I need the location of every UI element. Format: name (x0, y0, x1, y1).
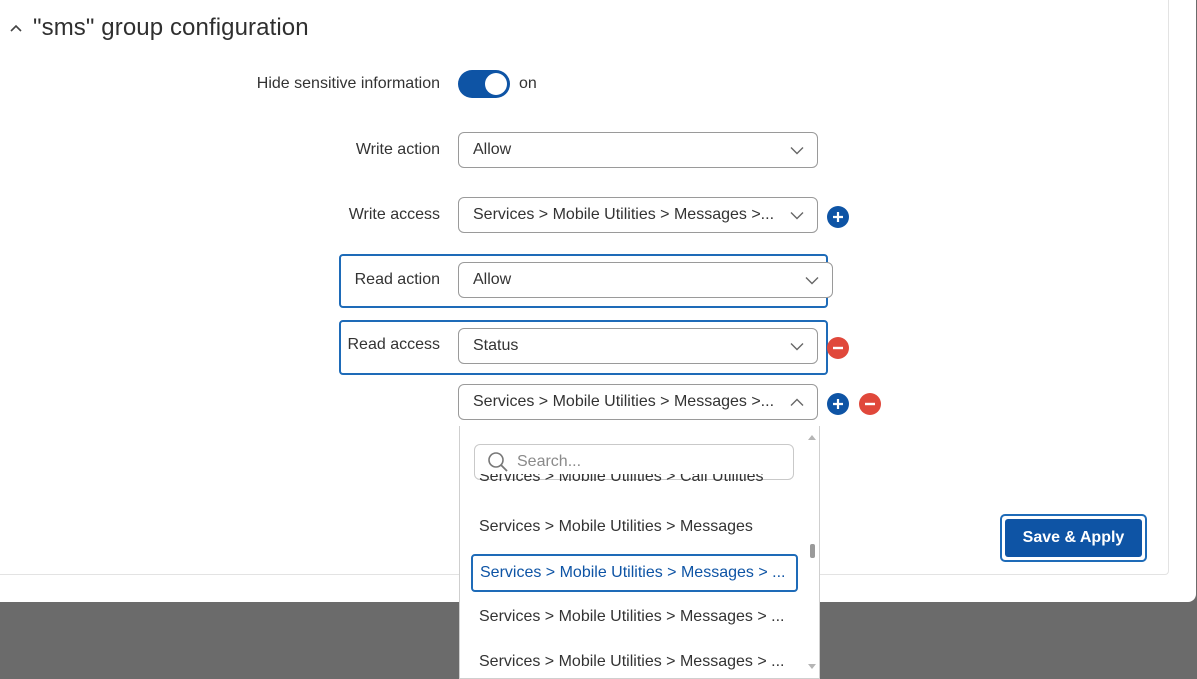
write-access-value: Services > Mobile Utilities > Messages >… (473, 206, 775, 223)
chevron-down-icon (777, 211, 817, 220)
section-header[interactable]: "sms" group configuration (9, 14, 309, 42)
read-action-select[interactable]: Allow (458, 262, 833, 298)
plus-icon (833, 212, 843, 222)
search-placeholder: Search... (517, 453, 582, 470)
read-access-value: Status (473, 337, 519, 354)
write-access-label: Write access (348, 206, 440, 223)
dropdown-option[interactable]: Services > Mobile Utilities > Messages >… (479, 653, 784, 671)
chevron-down-icon (777, 146, 817, 155)
minus-icon (865, 402, 875, 406)
read-action-value: Allow (473, 271, 512, 288)
search-icon (488, 452, 508, 472)
dropdown-option[interactable]: Services > Mobile Utilities > Call Utili… (479, 474, 764, 488)
write-action-label: Write action (355, 141, 440, 158)
minus-icon (833, 346, 843, 350)
read-access-select[interactable]: Status (458, 328, 818, 364)
write-action-value: Allow (473, 141, 512, 158)
save-apply-focus-outline: Save & Apply (1000, 514, 1147, 562)
scroll-down-arrow-icon[interactable] (807, 658, 817, 676)
write-access-select[interactable]: Services > Mobile Utilities > Messages >… (458, 197, 818, 233)
chevron-up-icon[interactable] (9, 23, 23, 33)
plus-icon (833, 399, 843, 409)
read-action-label: Read action (354, 271, 440, 288)
section-title: "sms" group configuration (33, 14, 309, 41)
scroll-up-arrow-icon[interactable] (807, 428, 817, 446)
dropdown-option-selected[interactable]: Services > Mobile Utilities > Messages >… (471, 554, 798, 592)
read-access-extra-select[interactable]: Services > Mobile Utilities > Messages >… (458, 384, 818, 420)
dropdown-option[interactable]: Services > Mobile Utilities > Messages >… (479, 608, 784, 626)
read-access-dropdown[interactable]: Search... Services > Mobile Utilities > … (459, 426, 820, 679)
remove-read-access-button[interactable] (827, 337, 849, 359)
toggle-knob (485, 73, 507, 95)
write-action-select[interactable]: Allow (458, 132, 818, 168)
read-access-label: Read access (347, 336, 441, 353)
hide-sensitive-label: Hide sensitive information (256, 75, 440, 92)
chevron-down-icon (792, 276, 832, 285)
hide-sensitive-toggle[interactable] (458, 70, 510, 98)
add-write-access-button[interactable] (827, 206, 849, 228)
remove-read-access-extra-button[interactable] (859, 393, 881, 415)
save-apply-button[interactable]: Save & Apply (1005, 519, 1142, 557)
chevron-up-icon (777, 398, 817, 407)
dropdown-option[interactable]: Services > Mobile Utilities > Messages (479, 518, 753, 536)
add-read-access-button[interactable] (827, 393, 849, 415)
chevron-down-icon (777, 342, 817, 351)
toggle-state-text: on (519, 75, 537, 92)
scrollbar-thumb[interactable] (810, 544, 815, 558)
read-access-extra-value: Services > Mobile Utilities > Messages >… (473, 393, 775, 410)
